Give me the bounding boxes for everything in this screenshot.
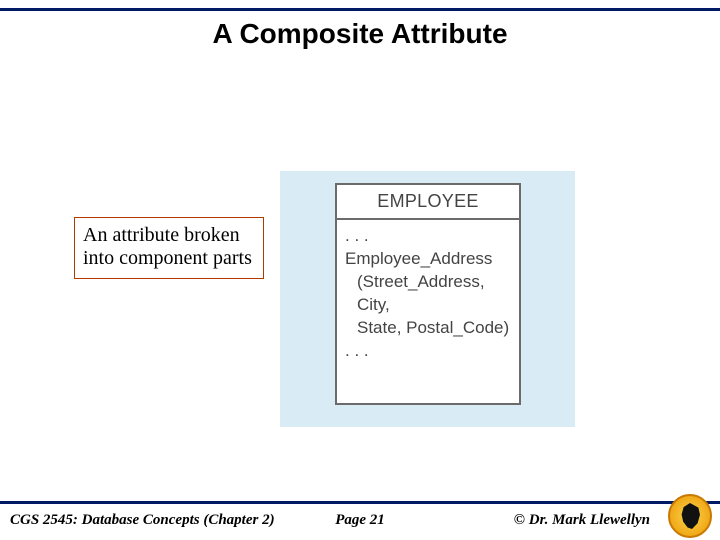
components-line-2: State, Postal_Code) — [345, 317, 513, 340]
composite-attribute: Employee_Address — [345, 248, 513, 271]
ellipsis-top: . . . — [345, 225, 513, 248]
slide-title: A Composite Attribute — [0, 18, 720, 50]
top-divider — [0, 8, 720, 11]
entity-name: EMPLOYEE — [337, 191, 519, 212]
callout-text: An attribute broken into component parts — [83, 224, 252, 269]
entity-divider — [337, 218, 519, 220]
components-line-1: (Street_Address, City, — [345, 271, 513, 317]
diagram-area: EMPLOYEE . . . Employee_Address (Street_… — [280, 171, 575, 427]
callout-box: An attribute broken into component parts — [74, 217, 264, 279]
ellipsis-bottom: . . . — [345, 340, 513, 363]
logo-inner-shape — [680, 503, 700, 529]
footer: CGS 2545: Database Concepts (Chapter 2) … — [0, 504, 720, 540]
entity-box: EMPLOYEE . . . Employee_Address (Street_… — [335, 183, 521, 405]
footer-right: © Dr. Mark Llewellyn — [514, 512, 650, 529]
logo-icon — [668, 494, 712, 538]
entity-body: . . . Employee_Address (Street_Address, … — [345, 225, 513, 363]
